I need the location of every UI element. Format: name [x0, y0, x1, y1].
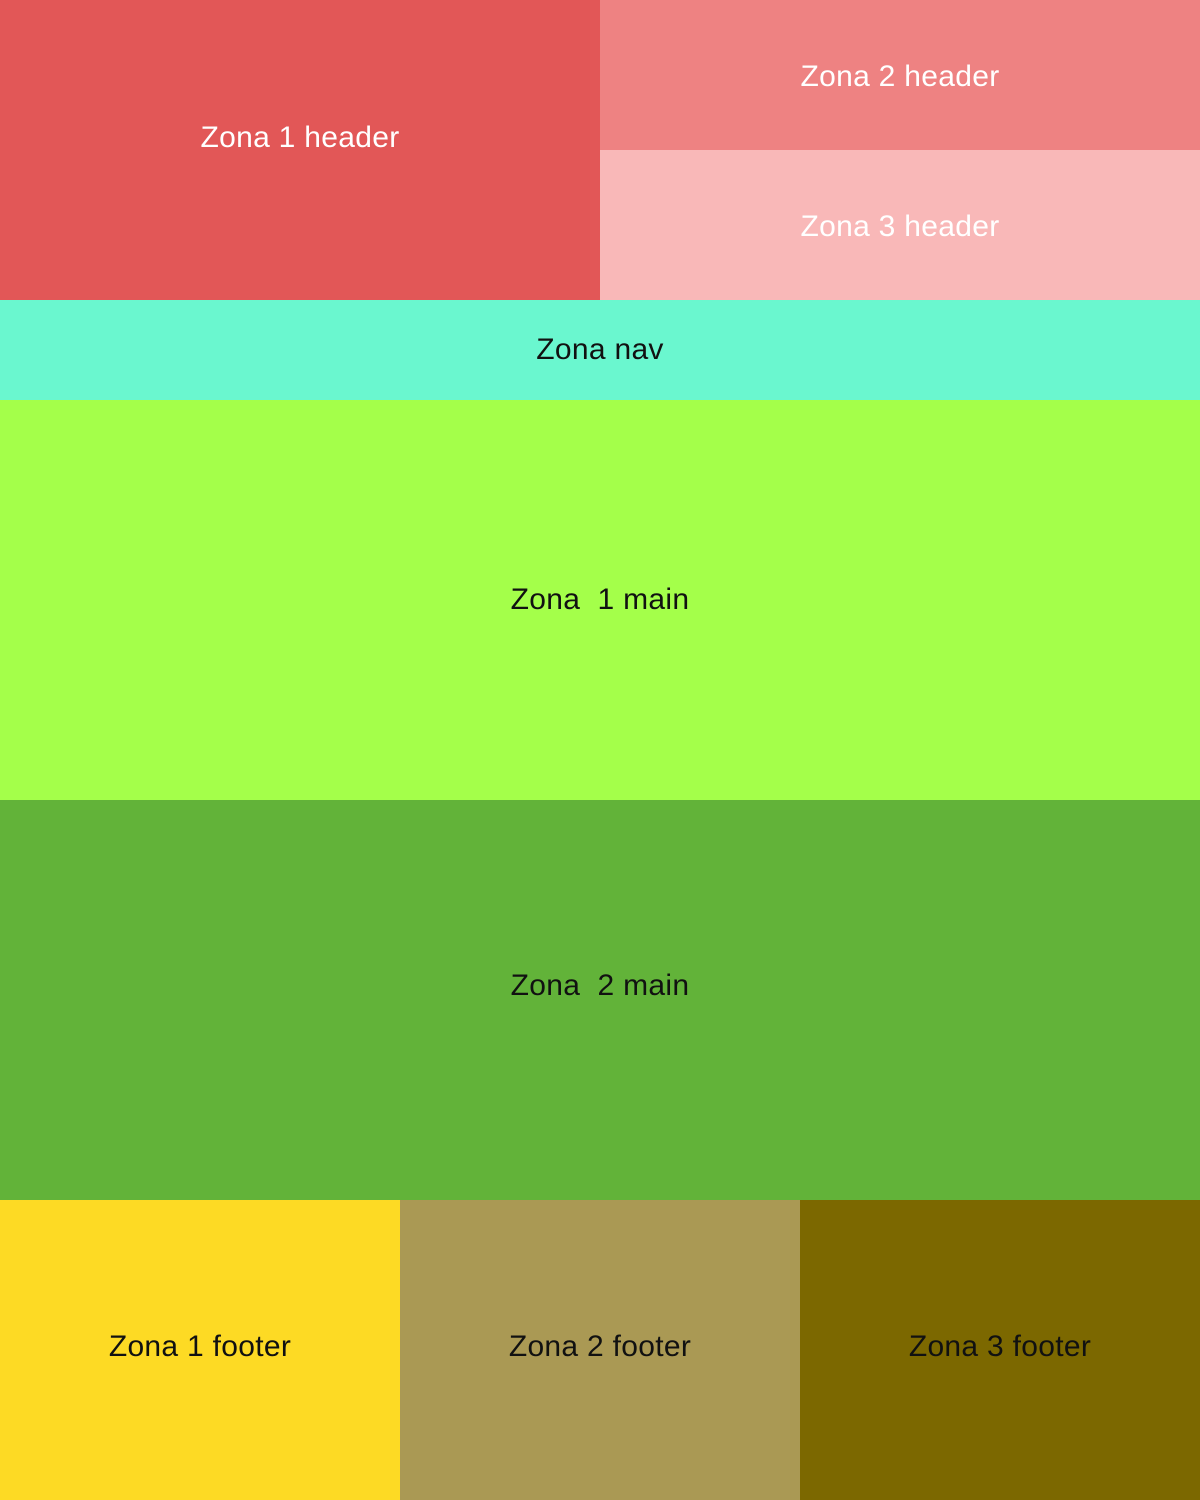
- zone-3-header: Zona 3 header: [600, 150, 1200, 300]
- zone-nav: Zona nav: [0, 300, 1200, 400]
- zone-2-footer-label: Zona 2 footer: [508, 1330, 692, 1363]
- zone-3-footer: Zona 3 footer: [800, 1200, 1200, 1500]
- zone-2-main-label: Zona 2 main: [510, 969, 690, 1002]
- zone-2-header: Zona 2 header: [600, 0, 1200, 150]
- zone-1-header: Zona 1 header: [0, 0, 600, 300]
- zone-nav-label: Zona nav: [536, 333, 664, 366]
- zone-1-main: Zona 1 main: [0, 400, 1200, 800]
- zone-1-main-label: Zona 1 main: [510, 583, 690, 616]
- zone-1-footer-label: Zona 1 footer: [108, 1330, 292, 1363]
- zone-3-header-label: Zona 3 header: [800, 210, 1000, 243]
- zone-2-footer: Zona 2 footer: [400, 1200, 800, 1500]
- zone-1-footer: Zona 1 footer: [0, 1200, 400, 1500]
- zone-2-main: Zona 2 main: [0, 800, 1200, 1200]
- zone-1-header-label: Zona 1 header: [200, 121, 400, 154]
- grid-layout-page: Zona 1 header Zona 2 header Zona 3 heade…: [0, 0, 1200, 1500]
- zone-2-header-label: Zona 2 header: [800, 60, 1000, 93]
- zone-3-footer-label: Zona 3 footer: [908, 1330, 1092, 1363]
